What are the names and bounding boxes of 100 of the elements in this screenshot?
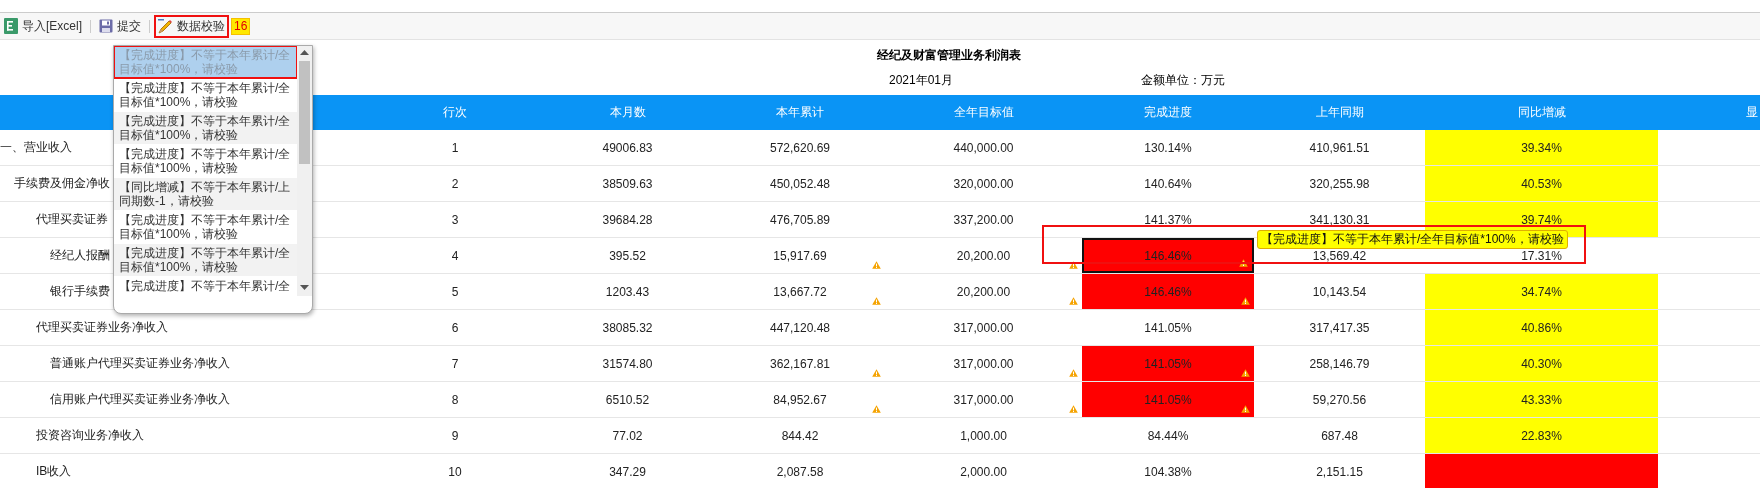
table-cell: 258,146.79 xyxy=(1309,356,1370,371)
table-cell: 49006.83 xyxy=(602,140,653,155)
table-cell: 7 xyxy=(451,356,459,371)
growth-cell[interactable]: 39.34% xyxy=(1425,130,1658,165)
column-header: 同比增减 xyxy=(1517,104,1566,121)
validate-button[interactable]: 数据校验 xyxy=(156,16,227,36)
growth-cell[interactable] xyxy=(1425,454,1658,488)
column-header: 上年同期 xyxy=(1315,104,1364,121)
table-cell: 38509.63 xyxy=(602,176,653,191)
row-label: 代理买卖证券业务净收入 xyxy=(36,319,168,336)
table-cell: 450,052.48 xyxy=(769,176,831,191)
scrollbar[interactable] xyxy=(297,46,312,296)
validation-item[interactable]: 【完成进度】不等于本年累计/全 目标值*100%，请校验 xyxy=(114,145,297,177)
table-cell: 2,087.58 xyxy=(776,464,824,479)
table-cell: 10,143.54 xyxy=(1312,284,1367,299)
column-header: 行次 xyxy=(443,104,467,121)
progress-cell[interactable]: 104.38% xyxy=(1082,454,1254,488)
table-cell: 317,417.35 xyxy=(1309,320,1370,335)
table-cell: 84,952.67 xyxy=(773,392,827,407)
scroll-up-icon[interactable] xyxy=(300,50,309,55)
row-label: 银行手续费 xyxy=(50,283,110,300)
table-cell: 20,200.00 xyxy=(956,284,1011,299)
table-cell: 9 xyxy=(451,428,459,443)
table-cell: 8 xyxy=(451,392,459,407)
row-label: 投资咨询业务净收入 xyxy=(36,427,144,444)
row-label: 一、营业收入 xyxy=(0,139,72,156)
progress-cell[interactable]: 141.37% xyxy=(1082,202,1254,237)
row-label: 代理买卖证券 xyxy=(36,211,108,228)
growth-cell[interactable]: 22.83% xyxy=(1425,418,1658,453)
growth-cell[interactable]: 43.33% xyxy=(1425,382,1658,417)
table-cell: 447,120.48 xyxy=(769,320,831,335)
column-header: 完成进度 xyxy=(1144,104,1192,121)
validation-item[interactable]: 【完成进度】不等于本年累计/全 xyxy=(114,277,297,296)
table-cell: 362,167.81 xyxy=(769,356,831,371)
progress-cell[interactable]: 141.05% xyxy=(1082,346,1254,381)
table-cell: 1203.43 xyxy=(605,284,650,299)
row-label: 经纪人报酬 xyxy=(50,247,110,264)
progress-cell[interactable]: 141.05% xyxy=(1082,310,1254,345)
progress-cell[interactable]: 141.05% xyxy=(1082,382,1254,417)
report-period: 2021年01月 xyxy=(889,73,954,87)
table-cell: 20,200.00 xyxy=(956,248,1011,263)
table-cell: 10 xyxy=(448,464,462,479)
table-cell: 2 xyxy=(451,176,459,191)
table-cell: 320,000.00 xyxy=(953,176,1014,191)
row-label: 手续费及佣金净收 xyxy=(14,175,110,192)
table-cell: 440,000.00 xyxy=(953,140,1014,155)
scroll-thumb[interactable] xyxy=(299,61,310,164)
table-cell: 395.52 xyxy=(609,248,646,263)
report-title: 经纪及财富管理业务利润表 xyxy=(877,48,1021,62)
table-cell: 2,000.00 xyxy=(960,464,1007,479)
row-label: IB收入 xyxy=(36,463,72,480)
pencil-icon xyxy=(158,18,173,34)
table-cell: 39684.28 xyxy=(602,212,653,227)
validation-item[interactable]: 【完成进度】不等于本年累计/全 目标值*100%，请校验 xyxy=(114,112,297,144)
count-badge: 16 xyxy=(231,17,251,35)
progress-cell[interactable]: 146.46% xyxy=(1082,274,1254,309)
table-cell: 15,917.69 xyxy=(773,248,827,263)
table-cell: 410,961.51 xyxy=(1309,140,1370,155)
table-cell: 6 xyxy=(451,320,459,335)
submit-button[interactable]: 提交 xyxy=(97,16,143,36)
validation-item[interactable]: 【完成进度】不等于本年累计/全 目标值*100%，请校验 xyxy=(114,244,297,276)
progress-cell[interactable]: 146.46% xyxy=(1082,238,1254,273)
validation-item[interactable]: 【完成进度】不等于本年累计/全 目标值*100%，请校验 xyxy=(114,211,297,243)
table-cell: 320,255.98 xyxy=(1309,176,1370,191)
table-cell: 13,667.72 xyxy=(773,284,827,299)
table-cell: 1 xyxy=(451,140,459,155)
table-cell: 317,000.00 xyxy=(953,320,1014,335)
column-header: 全年目标值 xyxy=(953,104,1014,121)
table-cell: 31574.80 xyxy=(602,356,653,371)
table-cell: 77.02 xyxy=(612,428,643,443)
growth-cell[interactable]: 40.86% xyxy=(1425,310,1658,345)
table-cell: 3 xyxy=(451,212,459,227)
validation-item[interactable]: 【同比增减】不等于本年累计/上 同期数-1，请校验 xyxy=(114,178,297,210)
progress-cell[interactable]: 84.44% xyxy=(1082,418,1254,453)
table-cell: 572,620.69 xyxy=(769,140,831,155)
table-cell: 38085.32 xyxy=(602,320,653,335)
table-cell: 6510.52 xyxy=(605,392,650,407)
growth-cell[interactable]: 40.53% xyxy=(1425,166,1658,201)
spreadsheet-icon xyxy=(4,18,18,34)
table-cell: 1,000.00 xyxy=(960,428,1007,443)
progress-cell[interactable]: 130.14% xyxy=(1082,130,1254,165)
growth-cell[interactable]: 40.30% xyxy=(1425,346,1658,381)
progress-cell[interactable]: 140.64% xyxy=(1082,166,1254,201)
column-header: 本月数 xyxy=(609,104,646,121)
table-cell: 4 xyxy=(451,248,459,263)
table-cell: 341,130.31 xyxy=(1309,212,1370,227)
growth-cell[interactable]: 34.74% xyxy=(1425,274,1658,309)
row-label: 信用账户代理买卖证券业务净收入 xyxy=(50,391,230,408)
scroll-down-icon[interactable] xyxy=(300,285,309,290)
import-button[interactable]: 导入[Excel] xyxy=(2,16,84,36)
amount-unit: 金额单位：万元 xyxy=(1141,73,1225,87)
table-cell: 5 xyxy=(451,284,459,299)
column-header: 显 xyxy=(1746,104,1758,121)
save-icon xyxy=(99,19,113,33)
table-cell: 317,000.00 xyxy=(953,356,1014,371)
table-cell: 687.48 xyxy=(1321,428,1358,443)
table-cell: 2,151.15 xyxy=(1316,464,1363,479)
table-cell: 844.42 xyxy=(781,428,819,443)
validation-item[interactable]: 【完成进度】不等于本年累计/全 目标值*100%，请校验 xyxy=(114,79,297,111)
column-header: 本年累计 xyxy=(776,104,824,121)
